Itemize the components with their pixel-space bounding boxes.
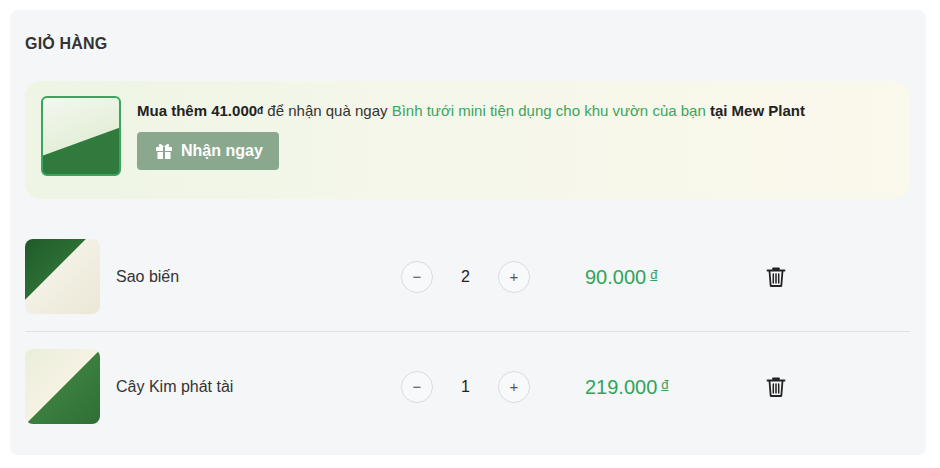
delete-button[interactable] — [762, 264, 790, 290]
delete-button[interactable] — [762, 374, 790, 400]
promo-prefix: Mua thêm — [137, 102, 207, 119]
promo-amount: 41.000 — [211, 102, 257, 119]
quantity-control: −2+ — [401, 261, 530, 293]
increase-button[interactable]: + — [498, 261, 530, 293]
claim-button[interactable]: Nhận ngay — [137, 132, 279, 170]
decrease-button[interactable]: − — [401, 371, 433, 403]
gift-image — [41, 96, 121, 176]
item-price: 90.000 đ — [530, 262, 762, 292]
price-amount: 219.000 — [585, 376, 657, 398]
claim-label: Nhận ngay — [181, 141, 263, 161]
promo-middle: để nhận quà ngay — [267, 102, 387, 119]
quantity-control: −1+ — [401, 371, 530, 403]
price-currency: đ — [661, 377, 668, 392]
trash-icon — [766, 266, 786, 288]
trash-icon — [766, 376, 786, 398]
promo-amount-group: 41.000đ — [211, 102, 263, 119]
promo-suffix: tại Mew Plant — [710, 102, 805, 119]
item-price: 219.000 đ — [530, 372, 762, 402]
page: GIỎ HÀNG Mua thêm 41.000đ để nhận quà ng… — [0, 0, 940, 467]
gift-name: Bình tưới mini tiện dụng cho khu vườn củ… — [392, 102, 706, 119]
cart-items: Sao biến−2+90.000đCây Kim phát tài−1+219… — [25, 239, 910, 424]
cart-item: Cây Kim phát tài−1+219.000đ — [25, 332, 910, 424]
product-image — [25, 239, 100, 314]
cart-item: Sao biến−2+90.000đ — [25, 239, 910, 332]
quantity-value: 1 — [433, 375, 498, 399]
price-currency: đ — [650, 267, 657, 282]
gift-icon — [155, 142, 173, 160]
promo-banner: Mua thêm 41.000đ để nhận quà ngay Bình t… — [25, 81, 910, 199]
cart-title: GIỎ HÀNG — [25, 34, 910, 54]
cart-panel: GIỎ HÀNG Mua thêm 41.000đ để nhận quà ng… — [10, 10, 926, 455]
product-image — [25, 349, 100, 424]
product-name: Cây Kim phát tài — [100, 375, 401, 399]
promo-text: Mua thêm 41.000đ để nhận quà ngay Bình t… — [137, 96, 805, 121]
increase-button[interactable]: + — [498, 371, 530, 403]
product-name: Sao biến — [100, 265, 401, 289]
quantity-value: 2 — [433, 265, 498, 289]
decrease-button[interactable]: − — [401, 261, 433, 293]
promo-currency: đ — [257, 105, 263, 116]
price-amount: 90.000 — [585, 266, 646, 288]
